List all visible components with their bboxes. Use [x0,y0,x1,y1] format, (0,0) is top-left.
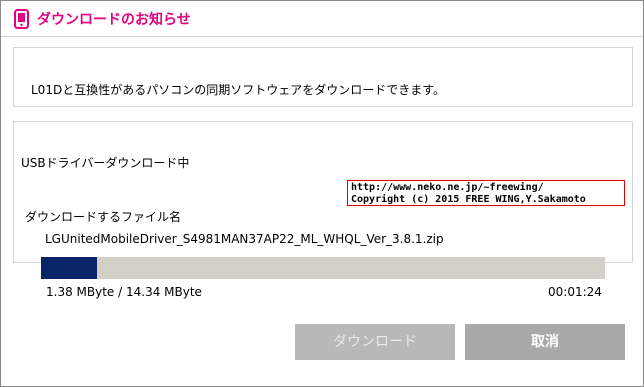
cancel-button[interactable]: 取消 [465,324,625,360]
file-name: LGUnitedMobileDriver_S4981MAN37AP22_ML_W… [45,232,444,246]
info-message: L01Dと互換性があるパソコンの同期ソフトウェアをダウンロードできます。 [31,83,445,97]
download-status: USBドライバーダウンロード中 [21,156,190,170]
copyright-watermark: http://www.neko.ne.jp/~freewing/ Copyrig… [347,180,625,206]
window-title: ダウンロードのお知らせ [37,12,191,28]
progress-bar-fill [41,257,97,279]
phone-icon [14,9,29,29]
watermark-url: http://www.neko.ne.jp/~freewing/ [351,182,544,193]
title-bar: ダウンロードのお知らせ [1,1,643,37]
progress-bar [41,257,605,279]
watermark-copyright: Copyright (c) 2015 FREE WING,Y.Sakamoto [351,194,586,205]
file-name-label: ダウンロードするファイル名 [25,210,182,224]
progress-text: 1.38 MByte / 14.34 MByte [46,285,202,299]
download-notice-window: ダウンロードのお知らせ L01Dと互換性があるパソコンの同期ソフトウェアをダウン… [0,0,644,387]
elapsed-time: 00:01:24 [548,285,602,299]
info-panel: L01Dと互換性があるパソコンの同期ソフトウェアをダウンロードできます。 [13,47,633,107]
download-button[interactable]: ダウンロード [295,324,455,360]
